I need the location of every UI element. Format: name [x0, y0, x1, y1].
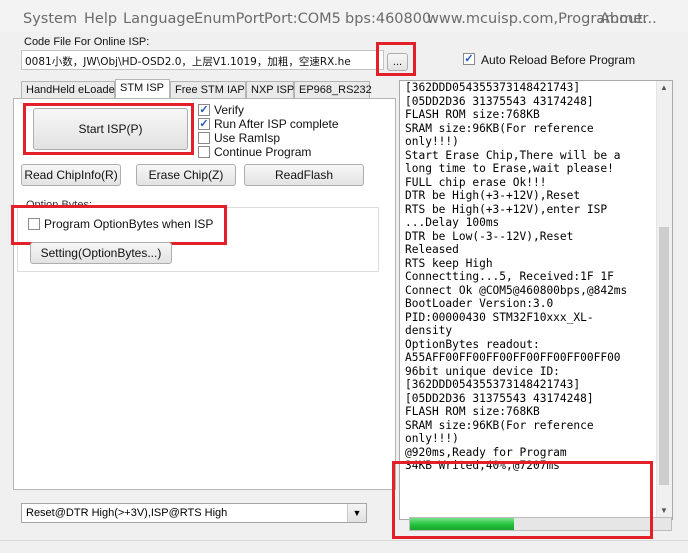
- log-line: SRAM size:96KB(For reference: [405, 121, 594, 135]
- auto-reload-checkbox[interactable]: ✓: [463, 53, 475, 65]
- run-after-isp-label: Run After ISP complete: [214, 117, 339, 131]
- scrollbar-thumb[interactable]: [659, 227, 669, 485]
- continue-program-label: Continue Program: [214, 145, 312, 159]
- setting-optionbytes-button[interactable]: Setting(OptionBytes...): [30, 242, 172, 264]
- log-lines: [362DDD054355373148421743] [05DD2D36 3137…: [400, 81, 658, 473]
- program-optionbytes-checkbox[interactable]: [28, 218, 40, 230]
- progress-fill: [410, 518, 515, 530]
- log-line: long time to Erase,wait please!: [405, 162, 614, 175]
- tab-free-stm-iap[interactable]: Free STM IAP: [170, 81, 246, 98]
- status-bar: [0, 540, 688, 553]
- reset-mode-value: Reset@DTR High(>+3V),ISP@RTS High: [26, 507, 228, 519]
- log-line: SRAM size:96KB(For reference: [405, 418, 594, 432]
- start-isp-button[interactable]: Start ISP(P): [33, 108, 188, 150]
- scroll-up-icon[interactable]: ▲: [660, 83, 668, 92]
- log-line: 96bit unique device ID:: [405, 364, 560, 378]
- menu-bps[interactable]: bps:460800: [345, 11, 431, 27]
- tab-nxp-isp[interactable]: NXP ISP: [246, 81, 294, 98]
- log-line: Start Erase Chip,There will be a: [405, 148, 621, 162]
- continue-program-checkbox[interactable]: [198, 146, 210, 158]
- log-line: only!!!): [405, 135, 459, 148]
- log-line: BootLoader Version:3.0: [405, 297, 554, 310]
- log-line: PID:00000430 STM32F10xxx_XL-: [405, 310, 594, 324]
- log-line: density: [405, 324, 453, 337]
- code-file-label: Code File For Online ISP:: [24, 36, 150, 48]
- verify-checkbox[interactable]: ✓: [198, 104, 210, 116]
- log-line: @920ms,Ready for Program: [405, 445, 567, 459]
- menu-language[interactable]: Language: [123, 11, 195, 27]
- menu-enumport[interactable]: EnumPort: [194, 11, 264, 27]
- log-line: 34KB Writed,40%,@7207ms: [405, 459, 560, 472]
- verify-label: Verify: [214, 103, 245, 117]
- tab-handheld-eloader[interactable]: HandHeld eLoader: [21, 81, 118, 98]
- menu-system[interactable]: System: [23, 11, 77, 27]
- log-line: Released: [405, 243, 459, 256]
- code-file-path-text: 0081小数，JW\Obj\HD-OSD2.0，上层V1.1019，加粗，空速R…: [25, 56, 351, 68]
- code-file-path-field[interactable]: 0081小数，JW\Obj\HD-OSD2.0，上层V1.1019，加粗，空速R…: [21, 50, 384, 70]
- tab-ep968-rs232[interactable]: EP968_RS232: [294, 81, 372, 98]
- auto-reload-label: Auto Reload Before Program: [481, 53, 636, 67]
- log-line: [05DD2D36 31375543 43174248]: [405, 94, 594, 108]
- log-line: ...Delay 100ms: [405, 216, 500, 229]
- browse-button[interactable]: ...: [387, 53, 408, 71]
- log-line: A55AFF00FF00FF00FF00FF00FF00FF00: [405, 351, 621, 364]
- log-line: RTS keep High: [405, 256, 493, 270]
- progress-bar: [409, 517, 672, 531]
- log-line: Connectting...5, Received:1F 1F: [405, 270, 614, 283]
- menu-about[interactable]: About...: [600, 11, 657, 27]
- log-line: FLASH ROM size:768KB: [405, 405, 540, 418]
- erase-chip-button[interactable]: Erase Chip(Z): [136, 164, 236, 186]
- tab-stm-isp[interactable]: STM ISP: [115, 79, 170, 99]
- log-output[interactable]: [362DDD054355373148421743] [05DD2D36 3137…: [399, 80, 673, 520]
- option-bytes-group-label: Option Bytes:: [24, 199, 95, 208]
- reset-mode-select[interactable]: Reset@DTR High(>+3V),ISP@RTS High ▼: [21, 503, 367, 523]
- read-chipinfo-button[interactable]: Read ChipInfo(R): [21, 164, 121, 186]
- log-line: [362DDD054355373148421743]: [405, 378, 581, 391]
- log-line: RTS be High(+3-+12V),enter ISP: [405, 202, 608, 216]
- use-ramisp-checkbox[interactable]: [198, 132, 210, 144]
- scroll-down-icon[interactable]: ▼: [660, 506, 668, 515]
- log-line: OptionBytes readout:: [405, 337, 540, 351]
- log-line: DTR be High(+3-+12V),Reset: [405, 189, 581, 202]
- menu-bar: System Help Language EnumPort Port:COM5 …: [0, 0, 688, 32]
- log-line: [362DDD054355373148421743]: [405, 81, 581, 94]
- log-line: [05DD2D36 31375543 43174248]: [405, 391, 594, 405]
- log-line: FULL chip erase Ok!!!: [405, 175, 547, 189]
- program-optionbytes-label: Program OptionBytes when ISP: [44, 217, 214, 231]
- log-scrollbar[interactable]: ▲ ▼: [656, 81, 672, 519]
- readflash-button[interactable]: ReadFlash: [244, 164, 364, 186]
- menu-port[interactable]: Port:COM5: [264, 11, 341, 27]
- log-line: FLASH ROM size:768KB: [405, 108, 540, 121]
- chevron-down-icon[interactable]: ▼: [347, 504, 366, 522]
- log-line: DTR be Low(-3--12V),Reset: [405, 229, 574, 243]
- menu-help[interactable]: Help: [84, 11, 117, 27]
- log-line: only!!!): [405, 432, 459, 445]
- log-line: Connect Ok @COM5@460800bps,@842ms: [405, 283, 628, 297]
- use-ramisp-label: Use RamIsp: [214, 131, 281, 145]
- run-after-isp-checkbox[interactable]: ✓: [198, 118, 210, 130]
